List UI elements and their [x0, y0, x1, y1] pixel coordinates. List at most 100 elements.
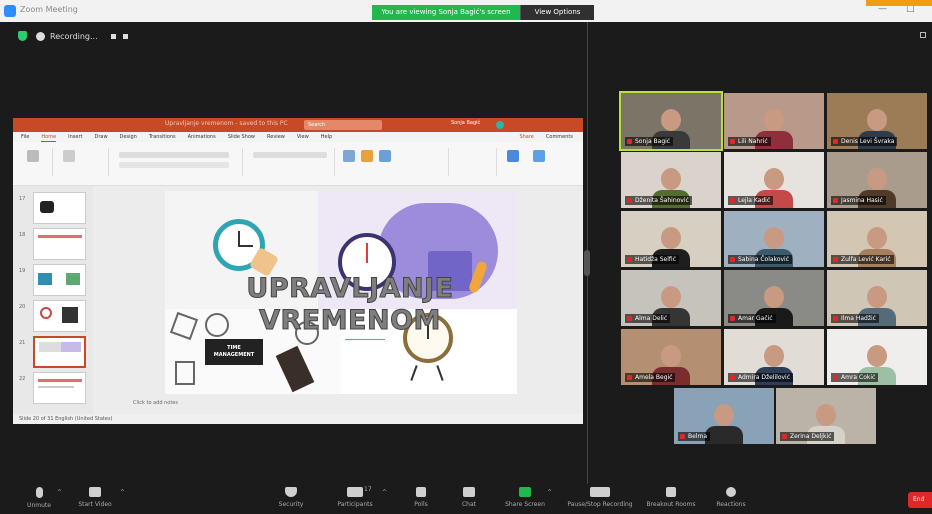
- reactions-button[interactable]: Reactions: [696, 487, 766, 513]
- slide-title-line-1: UPRAVLJANJE: [246, 273, 454, 305]
- participant-tile[interactable]: Amela Begić: [621, 329, 721, 385]
- menu-insert[interactable]: Insert: [68, 132, 82, 142]
- arrange-icon[interactable]: [361, 150, 373, 162]
- menu-review[interactable]: Review: [267, 132, 285, 142]
- muted-mic-icon: [833, 316, 838, 321]
- paste-icon[interactable]: [27, 150, 39, 162]
- video-options-caret[interactable]: ^: [120, 489, 125, 496]
- security-shield-icon: [18, 31, 27, 41]
- muted-mic-icon: [627, 198, 632, 203]
- drawing-group: [339, 148, 449, 176]
- notes-hint[interactable]: Click to add notes: [133, 400, 178, 406]
- participant-tile[interactable]: Amra Cokić: [827, 329, 927, 385]
- pause-recording-icon[interactable]: [110, 33, 116, 39]
- paragraph-row[interactable]: [253, 152, 327, 158]
- recording-icon: [36, 31, 45, 41]
- chat-icon: [463, 487, 475, 497]
- participant-head: [661, 168, 681, 190]
- share-button[interactable]: Share: [519, 132, 533, 142]
- recording-indicator: Recording...: [36, 29, 128, 43]
- participant-tile[interactable]: Zerina Deljkić: [776, 388, 876, 444]
- participant-name-text: Dženita Šahinović: [635, 197, 689, 204]
- quick-styles-icon[interactable]: [379, 150, 391, 162]
- end-meeting-button[interactable]: End: [908, 492, 932, 508]
- participant-name: Amra Cokić: [831, 373, 879, 382]
- menu-help[interactable]: Help: [321, 132, 332, 142]
- participant-head: [764, 109, 784, 131]
- menu-draw[interactable]: Draw: [94, 132, 107, 142]
- slide-number: 19: [19, 268, 26, 274]
- voice-designer-group: [501, 148, 577, 176]
- muted-mic-icon: [730, 139, 735, 144]
- powerpoint-status-bar: Slide 20 of 31 English (United States): [13, 414, 583, 424]
- muted-mic-icon: [730, 316, 735, 321]
- menu-animations[interactable]: Animations: [188, 132, 216, 142]
- participant-name: Amar Gačić: [728, 314, 776, 323]
- participant-count: 17: [364, 486, 372, 493]
- slide-thumbnail[interactable]: [33, 372, 86, 404]
- slide-thumbnail[interactable]: [33, 300, 86, 332]
- participant-name: Alma Delić: [625, 314, 671, 323]
- menu-home[interactable]: Home: [41, 132, 57, 142]
- participant-tile[interactable]: Belma: [674, 388, 774, 444]
- menu-transitions[interactable]: Transitions: [149, 132, 176, 142]
- participant-name-text: Belma: [688, 433, 707, 440]
- comments-button[interactable]: Comments: [546, 132, 573, 142]
- security-button[interactable]: Security: [256, 487, 326, 513]
- participant-tile[interactable]: Alma Delić: [621, 270, 721, 326]
- participant-head: [867, 286, 887, 308]
- participant-head: [867, 227, 887, 249]
- participant-name: Zerina Deljkić: [780, 432, 835, 441]
- muted-mic-icon: [833, 257, 838, 262]
- participant-tile[interactable]: Lejla Kadić: [724, 152, 824, 208]
- stop-recording-icon[interactable]: [122, 33, 128, 39]
- powerpoint-menu-bar: File Home Insert Draw Design Transitions…: [13, 132, 583, 142]
- pause-stop-recording-button[interactable]: Pause/Stop Recording: [560, 487, 640, 513]
- font-format-row[interactable]: [119, 162, 229, 168]
- participant-tile[interactable]: Sonja Bagić: [619, 91, 723, 151]
- participant-name-text: Amar Gačić: [738, 315, 773, 322]
- muted-mic-icon: [627, 375, 632, 380]
- shapes-icon[interactable]: [343, 150, 355, 162]
- gallery-layout-icon[interactable]: [920, 32, 926, 38]
- muted-mic-icon: [833, 375, 838, 380]
- participant-name: Ilma Hadžić: [831, 314, 879, 323]
- share-banner: You are viewing Sonja Bagić's screen Vie…: [372, 5, 594, 20]
- slide-thumbnail[interactable]: [33, 192, 86, 224]
- new-slide-icon[interactable]: [63, 150, 75, 162]
- participant-tile[interactable]: Amar Gačić: [724, 270, 824, 326]
- participant-tile[interactable]: Sabina Čolaković: [724, 211, 824, 267]
- view-options-button[interactable]: View Options: [520, 5, 594, 20]
- powerpoint-search[interactable]: Search: [304, 120, 382, 130]
- participant-tile[interactable]: Jasmina Hasić: [827, 152, 927, 208]
- muted-mic-icon: [730, 198, 735, 203]
- resize-handle[interactable]: [584, 250, 590, 276]
- participant-tile[interactable]: Zulfa Lević Karić: [827, 211, 927, 267]
- menu-view[interactable]: View: [297, 132, 309, 142]
- participant-head: [867, 109, 887, 131]
- participant-tile[interactable]: Denis Levi Švraka: [827, 93, 927, 149]
- slide-thumbnail[interactable]: [33, 228, 86, 260]
- time-management-card: TIME MANAGEMENT: [205, 339, 263, 365]
- participant-name: Lejla Kadić: [728, 196, 774, 205]
- menu-file[interactable]: File: [21, 132, 29, 142]
- participant-tile[interactable]: Hatidža Selfić: [621, 211, 721, 267]
- slide-thumbnail-selected[interactable]: [33, 336, 86, 368]
- menu-design[interactable]: Design: [120, 132, 137, 142]
- menu-slide-show[interactable]: Slide Show: [228, 132, 255, 142]
- participant-tile[interactable]: Ilma Hadžić: [827, 270, 927, 326]
- share-options-caret[interactable]: ^: [547, 489, 552, 496]
- participants-button[interactable]: Participants: [320, 487, 390, 513]
- dictate-icon[interactable]: [507, 150, 519, 162]
- participant-tile[interactable]: Admira Dželilović: [724, 329, 824, 385]
- close-tab[interactable]: [866, 0, 932, 6]
- share-screen-icon: [519, 487, 531, 497]
- participant-head: [764, 168, 784, 190]
- designer-icon[interactable]: [533, 150, 545, 162]
- participant-tile[interactable]: Lili Nahrić: [724, 93, 824, 149]
- font-selector[interactable]: [119, 152, 229, 158]
- participant-tile[interactable]: Dženita Šahinović: [621, 152, 721, 208]
- powerpoint-ribbon: [13, 142, 583, 186]
- slide-thumbnail[interactable]: [33, 264, 86, 296]
- participant-head: [816, 404, 836, 426]
